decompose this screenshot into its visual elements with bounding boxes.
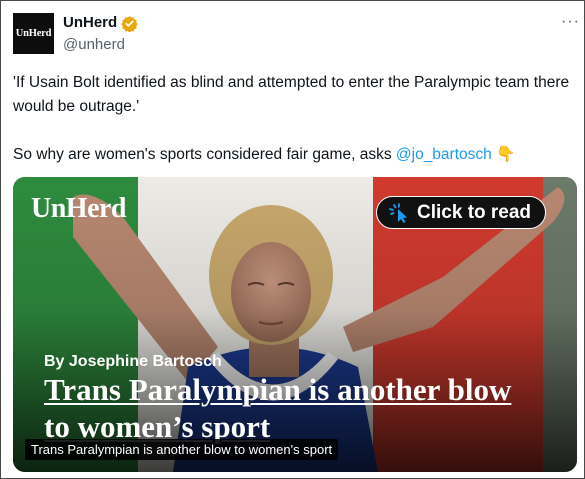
more-options-icon[interactable]: ··· xyxy=(561,13,580,31)
pointing-down-emoji: 👇 xyxy=(496,146,516,163)
account-handle[interactable]: @unherd xyxy=(63,36,125,53)
tweet-text-question: So why are women's sports considered fai… xyxy=(13,143,573,167)
tweet-text-quote: 'If Usain Bolt identified as blind and a… xyxy=(13,74,570,115)
card-caption: Trans Paralympian is another blow to wom… xyxy=(25,439,339,460)
account-name[interactable]: UnHerd xyxy=(63,14,117,31)
avatar-logo-text: UnHerd xyxy=(15,28,52,39)
avatar[interactable]: UnHerd xyxy=(13,13,54,54)
verified-badge-icon xyxy=(121,16,138,32)
cursor-click-icon xyxy=(389,203,407,223)
click-to-read-button[interactable]: Click to read xyxy=(376,196,547,229)
tweet-card[interactable]: UnHerd UnHerd @unherd ··· 'If Usain Bolt… xyxy=(0,0,585,479)
mention-link[interactable]: @jo_bartosch xyxy=(396,146,492,163)
article-headline-text: Trans Paralympian is another blow to wom… xyxy=(44,372,512,444)
article-headline: Trans Paralympian is another blow to wom… xyxy=(44,371,524,445)
card-brand-logo: UnHerd xyxy=(31,193,127,224)
link-preview-card[interactable]: UnHerd Click to read By Josephine Bartos… xyxy=(13,177,577,472)
tweet-text-question-prefix: So why are women's sports considered fai… xyxy=(13,146,396,163)
tweet-text: 'If Usain Bolt identified as blind and a… xyxy=(13,71,573,167)
article-byline: By Josephine Bartosch xyxy=(44,353,222,370)
click-to-read-label: Click to read xyxy=(417,201,532,223)
